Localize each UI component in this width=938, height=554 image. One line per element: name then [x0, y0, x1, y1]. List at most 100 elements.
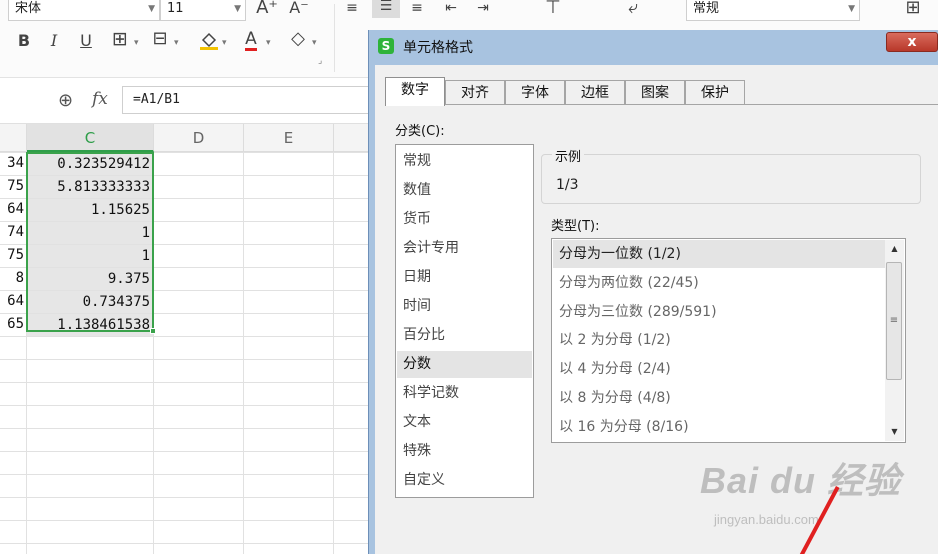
type-item[interactable]: 分母为三位数 (289/591): [553, 298, 885, 326]
outdent-icon[interactable]: ⇤: [440, 0, 462, 18]
indent-icon[interactable]: ⇥: [472, 0, 494, 18]
chevron-down-icon: ▼: [848, 4, 855, 14]
tab-alignment[interactable]: 对齐: [445, 80, 505, 105]
tab-border[interactable]: 边框: [565, 80, 625, 105]
grid-line: [0, 474, 370, 475]
wps-logo-icon: S: [378, 38, 394, 54]
tab-font[interactable]: 字体: [505, 80, 565, 105]
cell-b[interactable]: 65: [0, 313, 26, 336]
font-name-value: 宋体: [15, 1, 42, 16]
sample-label: 示例: [552, 146, 585, 165]
column-header-d[interactable]: D: [154, 124, 244, 152]
watermark-main: Bai du 经验: [700, 460, 902, 501]
category-item[interactable]: 特殊: [397, 438, 532, 465]
cell-b[interactable]: 8: [0, 267, 26, 290]
grid-line: [0, 336, 370, 337]
border-icon[interactable]: ⊞: [108, 29, 132, 49]
cell-b[interactable]: 75: [0, 244, 26, 267]
chevron-down-icon: ▾: [174, 38, 179, 48]
category-item[interactable]: 时间: [397, 293, 532, 320]
fill-handle[interactable]: [150, 328, 156, 334]
font-size-value: 11: [167, 1, 184, 16]
category-item[interactable]: 自定义: [397, 467, 532, 494]
align-bottom-icon[interactable]: ≡: [408, 0, 426, 18]
category-item[interactable]: 日期: [397, 264, 532, 291]
shrink-font-icon[interactable]: A⁻: [288, 0, 310, 18]
category-item[interactable]: 货币: [397, 206, 532, 233]
dialog-launcher-icon[interactable]: ⌟: [318, 56, 322, 66]
cell-b[interactable]: 74: [0, 221, 26, 244]
type-item[interactable]: 以 16 为分母 (8/16): [553, 413, 885, 441]
column-header-b[interactable]: [0, 124, 27, 152]
grid-line: [333, 152, 334, 554]
zoom-icon[interactable]: ⊕: [58, 90, 73, 111]
underline-button[interactable]: U: [76, 31, 96, 51]
type-item[interactable]: 以 2 为分母 (1/2): [553, 326, 885, 354]
separator: [334, 4, 335, 72]
category-item[interactable]: 数值: [397, 177, 532, 204]
align-middle-icon[interactable]: ☰: [372, 0, 400, 18]
dialog-title: 单元格格式: [403, 40, 473, 56]
category-item[interactable]: 文本: [397, 409, 532, 436]
grid-line: [0, 359, 370, 360]
grid-line: [0, 543, 370, 544]
scroll-up-icon[interactable]: ▲: [885, 240, 904, 258]
cell-b[interactable]: 75: [0, 175, 26, 198]
type-item[interactable]: 分母为一位数 (1/2): [553, 240, 885, 268]
bold-button[interactable]: B: [14, 31, 34, 51]
scroll-down-icon[interactable]: ▼: [885, 423, 904, 441]
grid-line: [0, 428, 370, 429]
font-size-combo[interactable]: 11 ▼: [160, 0, 246, 21]
grid-line: [243, 152, 244, 554]
category-item[interactable]: 分数: [397, 351, 532, 378]
type-item[interactable]: 分母为两位数 (22/45): [553, 269, 885, 297]
category-list[interactable]: 常规 数值 货币 会计专用 日期 时间 百分比 分数 科学记数 文本 特殊 自定义: [395, 144, 534, 498]
tab-number[interactable]: 数字: [385, 77, 445, 106]
cell-b[interactable]: 34: [0, 152, 26, 175]
wrap-text-icon[interactable]: ⤶: [618, 0, 648, 18]
table-style-icon[interactable]: ⊞: [898, 0, 928, 18]
column-header-e[interactable]: E: [244, 124, 334, 152]
type-label: 类型(T):: [551, 219, 600, 234]
type-item[interactable]: 以 8 为分母 (4/8): [553, 384, 885, 412]
chevron-down-icon: ▾: [312, 38, 317, 48]
font-name-combo[interactable]: 宋体 ▼: [8, 0, 160, 21]
formula-input[interactable]: =A1/B1: [122, 86, 370, 114]
formula-bar: ⊕ fx =A1/B1: [0, 78, 370, 124]
chevron-down-icon: ▾: [134, 38, 139, 48]
dialog-titlebar[interactable]: S 单元格格式 x: [369, 30, 938, 60]
column-header-c[interactable]: C: [27, 124, 154, 152]
chevron-down-icon: ▾: [222, 38, 227, 48]
sample-value: 1/3: [556, 177, 579, 193]
column-header-f[interactable]: [334, 124, 370, 152]
number-format-combo[interactable]: 常规 ▼: [686, 0, 860, 21]
merge-cells-icon[interactable]: ⊟: [148, 29, 172, 49]
font-color-letter: A: [245, 29, 257, 51]
merge-center-icon[interactable]: ⊤: [538, 0, 568, 18]
align-top-icon[interactable]: ≡: [344, 0, 360, 18]
fill-color-icon[interactable]: [198, 29, 220, 56]
eraser-icon[interactable]: ◇: [286, 29, 310, 49]
type-item[interactable]: 以 4 为分母 (2/4): [553, 355, 885, 383]
font-color-icon[interactable]: A: [240, 29, 262, 51]
close-button[interactable]: x: [886, 32, 938, 52]
category-item[interactable]: 科学记数: [397, 380, 532, 407]
function-icon[interactable]: fx: [92, 89, 108, 109]
cell-b[interactable]: 64: [0, 290, 26, 313]
scroll-thumb[interactable]: ≡: [886, 262, 902, 380]
grow-font-icon[interactable]: A⁺: [256, 0, 278, 18]
category-label: 分类(C):: [395, 124, 445, 139]
tab-pattern[interactable]: 图案: [625, 80, 685, 105]
tab-protection[interactable]: 保护: [685, 80, 745, 105]
cell-b[interactable]: 64: [0, 198, 26, 221]
selection-border: [26, 152, 154, 332]
tab-divider: [385, 104, 938, 105]
category-item[interactable]: 百分比: [397, 322, 532, 349]
grid-line: [0, 497, 370, 498]
type-list[interactable]: 分母为一位数 (1/2) 分母为两位数 (22/45) 分母为三位数 (289/59…: [551, 238, 906, 443]
type-list-scrollbar[interactable]: ▲ ≡ ▼: [885, 240, 904, 441]
category-item[interactable]: 常规: [397, 148, 532, 175]
sample-group: [541, 154, 921, 204]
italic-button[interactable]: I: [44, 31, 64, 51]
category-item[interactable]: 会计专用: [397, 235, 532, 262]
